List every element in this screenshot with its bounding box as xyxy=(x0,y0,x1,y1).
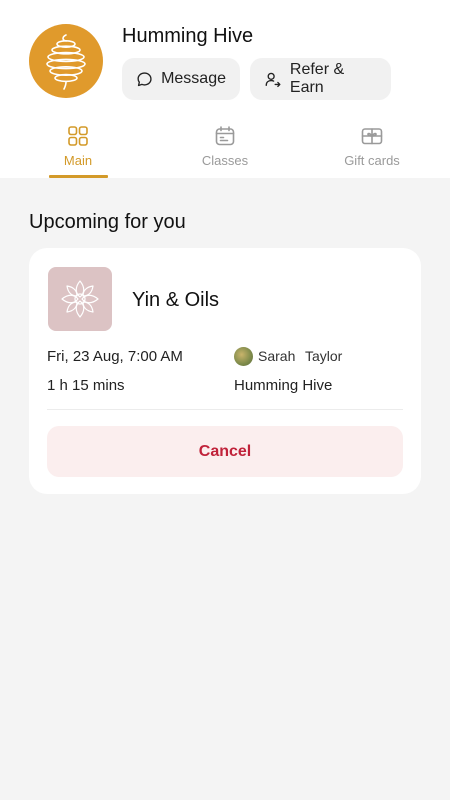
section-title: Upcoming for you xyxy=(29,211,186,233)
card-divider xyxy=(47,409,403,410)
tab-gift-cards[interactable]: Gift cards xyxy=(297,122,447,178)
message-label: Message xyxy=(161,70,226,87)
lotus-om-icon xyxy=(61,280,99,318)
refer-earn-button[interactable]: Refer & Earn xyxy=(250,58,391,100)
tab-main[interactable]: Main xyxy=(3,122,153,178)
tab-classes[interactable]: Classes xyxy=(150,122,300,178)
studio-header: Humming Hive Message Refer & Earn Main C… xyxy=(0,0,450,178)
user-share-icon xyxy=(265,72,281,87)
spiral-logo-icon xyxy=(46,34,86,90)
upcoming-booking-card[interactable]: Yin & Oils Fri, 23 Aug, 7:00 AM 1 h 15 m… xyxy=(29,248,421,494)
tab-classes-label: Classes xyxy=(201,153,249,168)
calendar-icon xyxy=(215,126,235,146)
class-thumbnail xyxy=(48,267,112,331)
booking-date-time: Fri, 23 Aug, 7:00 AM xyxy=(47,348,183,365)
booking-venue: Humming Hive xyxy=(234,377,333,394)
grid-icon xyxy=(68,126,88,146)
tab-gift-cards-label: Gift cards xyxy=(344,153,400,168)
studio-name: Humming Hive xyxy=(122,25,254,47)
class-name: Yin & Oils xyxy=(132,289,220,311)
cancel-button[interactable]: Cancel xyxy=(47,426,403,477)
message-button[interactable]: Message xyxy=(122,58,240,100)
gift-card-icon xyxy=(361,128,383,145)
booking-duration: 1 h 15 mins xyxy=(47,377,125,394)
studio-logo xyxy=(29,24,103,98)
tab-main-label: Main xyxy=(63,153,93,168)
instructor-name: Sarah Taylor xyxy=(258,348,343,364)
chat-bubble-icon xyxy=(137,71,152,86)
refer-label: Refer & Earn xyxy=(289,61,345,96)
active-tab-indicator xyxy=(49,175,108,178)
instructor-avatar xyxy=(234,347,253,366)
